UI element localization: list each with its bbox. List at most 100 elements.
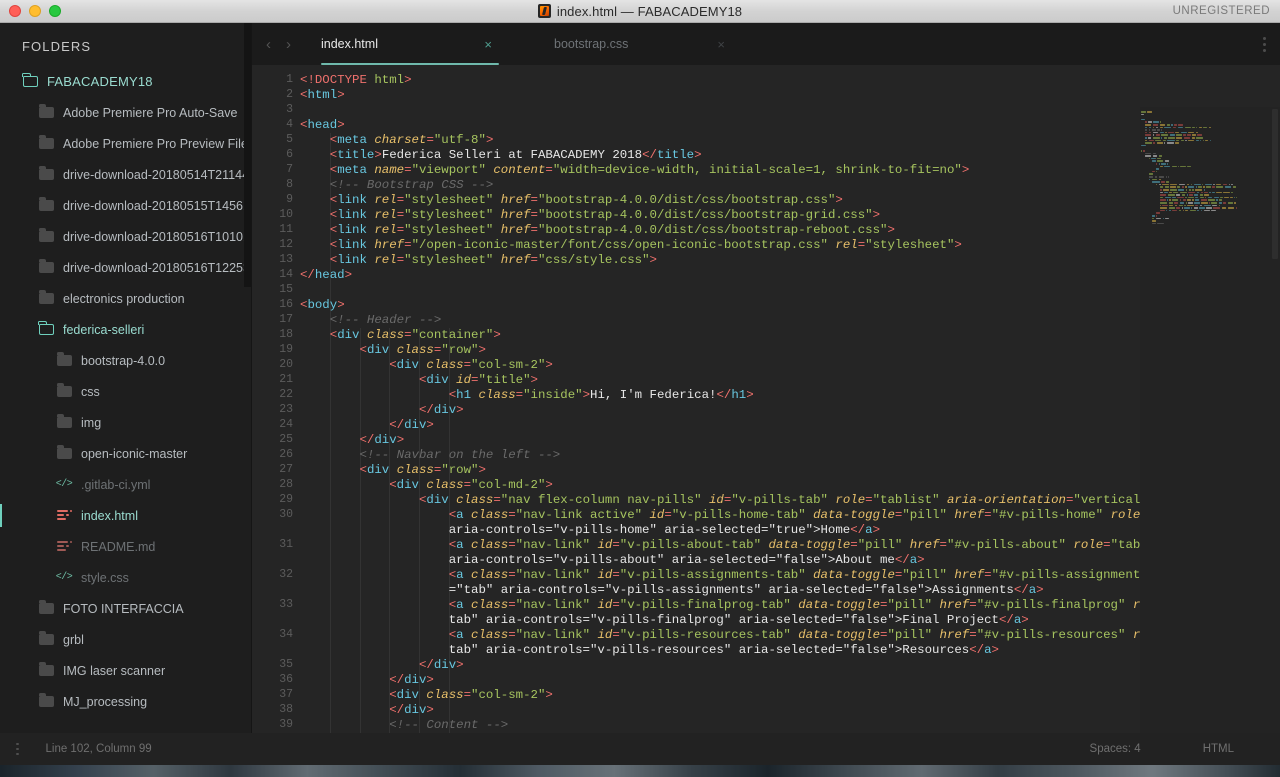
minimap-line-segment bbox=[1194, 207, 1198, 209]
minimap-line-segment bbox=[1204, 194, 1209, 196]
minimap-viewport[interactable] bbox=[1272, 109, 1278, 259]
minimap[interactable] bbox=[1140, 107, 1280, 753]
nav-forward-icon[interactable]: › bbox=[286, 37, 291, 52]
close-icon[interactable]: × bbox=[717, 38, 725, 51]
minimap-line-segment bbox=[1145, 134, 1151, 136]
minimap-line-segment bbox=[1196, 186, 1197, 188]
minimap-line-segment bbox=[1145, 127, 1148, 129]
tree-item-foto-interfaccia[interactable]: FOTO INTERFACCIA bbox=[0, 593, 252, 624]
minimap-line-segment bbox=[1176, 134, 1182, 136]
tree-item-drive-download-20180516t10101[interactable]: drive-download-20180516T10101 bbox=[0, 221, 252, 252]
minimap-line-segment bbox=[1209, 192, 1211, 194]
tree-item-federica-selleri[interactable]: federica-selleri bbox=[0, 314, 252, 345]
close-window-button[interactable] bbox=[9, 5, 21, 17]
minimap-line-segment bbox=[1212, 186, 1215, 188]
line-number: 29 bbox=[252, 493, 300, 508]
code-line: aria-controls="v-pills-about" aria-selec… bbox=[300, 553, 1140, 568]
folder-icon bbox=[56, 354, 72, 367]
code-line: <link rel="stylesheet" href="bootstrap-4… bbox=[300, 193, 1140, 208]
folder-tree[interactable]: FABACADEMY18 Adobe Premiere Pro Auto-Save… bbox=[0, 66, 252, 737]
minimap-line-segment bbox=[1160, 202, 1167, 204]
tree-item-drive-download-20180514t21144[interactable]: drive-download-20180514T21144 bbox=[0, 159, 252, 190]
minimap-line-segment bbox=[1182, 186, 1184, 188]
tree-item-adobe-premiere-pro-auto-save[interactable]: Adobe Premiere Pro Auto-Save bbox=[0, 97, 252, 128]
minimap-line-segment bbox=[1231, 184, 1233, 186]
minimap-line-segment bbox=[1230, 197, 1233, 199]
minimap-line-segment bbox=[1192, 134, 1195, 136]
line-number: 28 bbox=[252, 478, 300, 493]
tree-item-label: index.html bbox=[81, 509, 138, 523]
line-number: 15 bbox=[252, 283, 300, 298]
tree-item-label: css bbox=[81, 385, 100, 399]
minimap-line-segment bbox=[1214, 197, 1219, 199]
line-number: 37 bbox=[252, 688, 300, 703]
tree-item-open-iconic-master[interactable]: open-iconic-master bbox=[0, 438, 252, 469]
minimap-line-segment bbox=[1168, 137, 1174, 139]
code-line: <link rel="stylesheet" href="css/style.c… bbox=[300, 253, 1140, 268]
maximize-window-button[interactable] bbox=[49, 5, 61, 17]
minimap-line-segment bbox=[1168, 194, 1175, 196]
minimap-line-segment bbox=[1145, 124, 1151, 126]
tree-item-drive-download-20180515t14561[interactable]: drive-download-20180515T14561 bbox=[0, 190, 252, 221]
tab-index-html[interactable]: index.html × bbox=[307, 23, 506, 65]
tree-item-style-css[interactable]: </> style.css bbox=[0, 562, 252, 593]
code-area[interactable]: 1 2 3 4 5 6 7 8 9 10 11 12 13 14 15 16 17 18 19 20 21 22 23 24 2… bbox=[252, 65, 1280, 753]
minimap-line-segment bbox=[1209, 127, 1212, 129]
code-line: </div> bbox=[300, 703, 1140, 718]
window-controls[interactable] bbox=[0, 5, 61, 17]
minimize-window-button[interactable] bbox=[29, 5, 41, 17]
minimap-line-segment bbox=[1155, 176, 1158, 178]
folder-icon bbox=[38, 664, 54, 677]
minimap-line-segment bbox=[1208, 197, 1213, 199]
minimap-line-segment bbox=[1219, 199, 1222, 201]
indentation-setting[interactable]: Spaces: 4 bbox=[1090, 743, 1141, 755]
minimap-line-segment bbox=[1149, 176, 1154, 178]
minimap-line-segment bbox=[1152, 223, 1155, 225]
line-number: 19 bbox=[252, 343, 300, 358]
minimap-line-segment bbox=[1152, 218, 1154, 220]
tree-item-readme-md[interactable]: README.md bbox=[0, 531, 252, 562]
minimap-line-segment bbox=[1204, 210, 1210, 212]
minimap-line-segment bbox=[1148, 137, 1151, 139]
tab-bootstrap-css[interactable]: bootstrap.css × bbox=[540, 23, 739, 65]
tree-item-adobe-premiere-pro-preview-files[interactable]: Adobe Premiere Pro Preview Files bbox=[0, 128, 252, 159]
minimap-line-segment bbox=[1178, 189, 1184, 191]
minimap-line-segment bbox=[1159, 155, 1162, 157]
tree-item-grbl[interactable]: grbl bbox=[0, 624, 252, 655]
line-number: 39 bbox=[252, 718, 300, 733]
minimap-line-segment bbox=[1157, 129, 1160, 131]
syntax-setting[interactable]: HTML bbox=[1203, 743, 1234, 755]
minimap-line-segment bbox=[1155, 140, 1161, 142]
minimap-line-segment bbox=[1149, 129, 1151, 131]
minimap-line-segment bbox=[1200, 140, 1201, 142]
tree-item-img[interactable]: img bbox=[0, 407, 252, 438]
tree-item-mj-processing[interactable]: MJ_processing bbox=[0, 686, 252, 717]
status-menu-icon[interactable] bbox=[0, 743, 19, 756]
tree-item-drive-download-20180516t12253[interactable]: drive-download-20180516T12253 bbox=[0, 252, 252, 283]
code-line: <!-- Navbar on the left --> bbox=[300, 448, 1140, 463]
tree-item-bootstrap-4-0-0[interactable]: bootstrap-4.0.0 bbox=[0, 345, 252, 376]
minimap-line-segment bbox=[1145, 140, 1148, 142]
tab-overflow-menu-icon[interactable] bbox=[1263, 37, 1266, 52]
tree-item-electronics-production[interactable]: electronics production bbox=[0, 283, 252, 314]
tree-item-img-laser-scanner[interactable]: IMG laser scanner bbox=[0, 655, 252, 686]
minimap-line-segment bbox=[1141, 119, 1145, 121]
code-line: <!-- Bootstrap CSS --> bbox=[300, 178, 1140, 193]
tree-item-gitlab-ci-yml[interactable]: </> .gitlab-ci.yml bbox=[0, 469, 252, 500]
minimap-line-segment bbox=[1187, 166, 1190, 168]
minimap-line-segment bbox=[1153, 127, 1155, 129]
tab-nav-arrows[interactable]: ‹ › bbox=[252, 37, 307, 52]
tree-item-index-html[interactable]: index.html bbox=[0, 500, 252, 531]
line-number: 30 bbox=[252, 508, 300, 538]
minimap-line-segment bbox=[1176, 137, 1182, 139]
code-content[interactable]: <!DOCTYPE html> <html> <head> <meta charse… bbox=[300, 65, 1140, 733]
minimap-line-segment bbox=[1183, 199, 1186, 201]
nav-back-icon[interactable]: ‹ bbox=[266, 37, 271, 52]
folder-icon bbox=[38, 292, 54, 305]
close-icon[interactable]: × bbox=[484, 38, 492, 51]
line-number: 5 bbox=[252, 133, 300, 148]
tree-item-fabacademy18[interactable]: FABACADEMY18 bbox=[0, 66, 252, 97]
sidebar-scrollbar[interactable] bbox=[244, 23, 251, 287]
minimap-line-segment bbox=[1201, 210, 1203, 212]
tree-item-css[interactable]: css bbox=[0, 376, 252, 407]
